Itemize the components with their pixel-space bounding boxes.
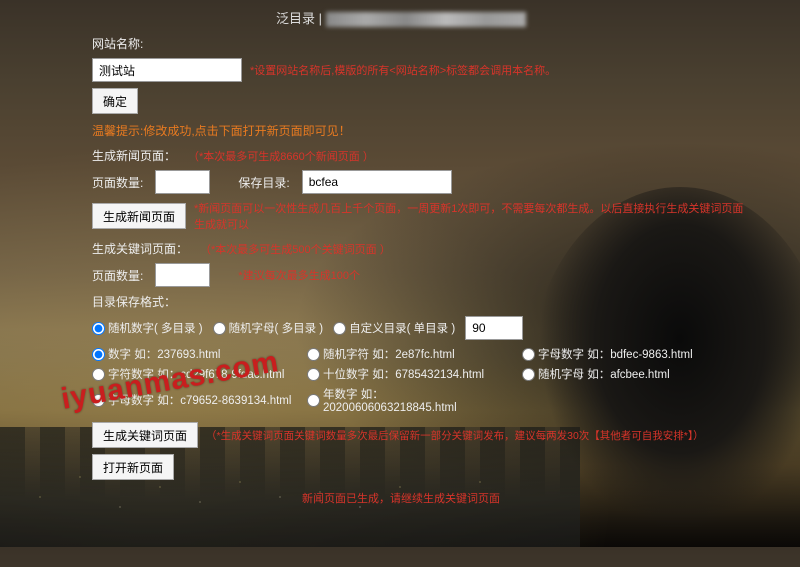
kw-count-input[interactable] (155, 263, 210, 287)
fmt-opt-4[interactable]: 字符数字 如：cd29f678-9fdac.html (92, 366, 297, 382)
gen-news-button[interactable]: 生成新闻页面 (92, 203, 186, 229)
gen-news-hint: （*本次最多可生成8660个新闻页面 ） (188, 148, 374, 164)
main-form: 泛目录 | 网站名称: *设置网站名称后,模版的所有<网站名称>标签都会调用本名… (0, 0, 800, 506)
news-count-label: 页面数量: (92, 174, 143, 191)
fmt-opt-7[interactable]: 字母数字 如：c79652-8639134.html (92, 386, 297, 414)
open-page-button[interactable]: 打开新页面 (92, 454, 174, 480)
news-dir-input[interactable] (302, 170, 452, 194)
gen-news-label: 生成新闻页面： (92, 147, 176, 164)
title-blur (326, 12, 526, 27)
dir-opt-custom-radio[interactable] (333, 322, 346, 335)
fmt-opt-8[interactable]: 年数字 如：20200606063218845.html (307, 386, 512, 414)
dir-format-label: 目录保存格式： (92, 293, 176, 310)
footer-hint: 新闻页面已生成，请继续生成关键词页面 (92, 490, 800, 506)
fmt-opt-1[interactable]: 数字 如：237693.html (92, 346, 297, 362)
gen-news-note: *新闻页面可以一次性生成几百上千个页面，一周更新1次即可，不需要每次都生成。以后… (194, 200, 754, 232)
fmt-opt-3[interactable]: 字母数字 如：bdfec-9863.html (522, 346, 727, 362)
site-name-hint: *设置网站名称后,模版的所有<网站名称>标签都会调用本名称。 (250, 62, 556, 78)
dir-opt-custom[interactable]: 自定义目录( 单目录 ) (333, 320, 455, 336)
dir-opt-alpha-radio[interactable] (213, 322, 226, 335)
success-tip: 温馨提示:修改成功,点击下面打开新页面即可见！ (92, 122, 351, 139)
fmt-opt-6[interactable]: 随机字母 如：afcbee.html (522, 366, 727, 382)
news-dir-label: 保存目录: (238, 174, 289, 191)
gen-keyword-button[interactable]: 生成关键词页面 (92, 422, 198, 448)
fmt-opt-2[interactable]: 随机字符 如：2e87fc.html (307, 346, 512, 362)
confirm-button[interactable]: 确定 (92, 88, 138, 114)
kw-count-hint: *建议每次最多生成100个 (238, 267, 360, 283)
news-count-input[interactable] (155, 170, 210, 194)
dir-opt-alpha[interactable]: 随机字母( 多目录 ) (213, 320, 324, 336)
fmt-opt-5[interactable]: 十位数字 如：6785432134.html (307, 366, 512, 382)
dir-opt-numeric-radio[interactable] (92, 322, 105, 335)
page-title: 泛目录 | (92, 8, 800, 35)
dir-custom-input[interactable] (465, 316, 523, 340)
site-name-input[interactable] (92, 58, 242, 82)
site-name-label: 网站名称: (92, 35, 143, 52)
gen-kw-label: 生成关键词页面： (92, 240, 188, 257)
gen-keyword-note: （*生成关键词页面关键词数量多次最后保留新一部分关键词发布，建议每两发30次【其… (206, 428, 704, 443)
kw-count-label: 页面数量: (92, 267, 143, 284)
dir-opt-numeric[interactable]: 随机数字( 多目录 ) (92, 320, 203, 336)
gen-kw-hint: （*本次最多可生成500个关键词页面 ） (200, 241, 391, 257)
